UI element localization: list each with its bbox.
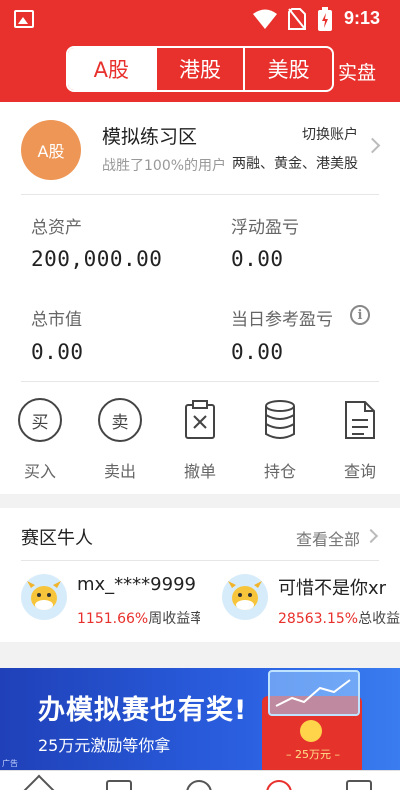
document-icon: [338, 398, 382, 442]
top-players-title: 赛区牛人: [21, 528, 93, 549]
market-value-value: 0.00: [31, 340, 84, 364]
home-icon[interactable]: [20, 774, 58, 790]
view-all-link[interactable]: 查看全部: [296, 526, 360, 550]
market-value-label: 总市值: [31, 310, 82, 330]
top-players-section: 赛区牛人 查看全部 mx_****9999 1151.66%周收益率 可惜不是你…: [0, 508, 400, 642]
account-subtitle: 战胜了100%的用户: [102, 158, 227, 174]
divider: [21, 194, 379, 195]
divider: [21, 560, 379, 561]
floating-pl-value: 0.00: [231, 247, 284, 271]
account-avatar: A股: [21, 120, 81, 180]
real-trade-link[interactable]: 实盘: [338, 58, 376, 85]
chevron-right-icon[interactable]: [363, 528, 379, 544]
promo-banner[interactable]: 办模拟赛也有奖! 25万元激励等你拿 广告 – 25万元 –: [0, 668, 400, 770]
player-name: mx_****9999: [77, 574, 196, 595]
query-button[interactable]: 查询: [320, 398, 400, 488]
player-avatar: [21, 574, 67, 620]
divider: [21, 381, 379, 382]
ad-tag: 广告: [2, 759, 18, 768]
sell-label: 卖出: [103, 462, 136, 481]
player-card[interactable]: 可惜不是你xr 28563.15%总收益率: [222, 574, 400, 634]
banner-subtext: 25万元激励等你拿: [38, 736, 171, 755]
floating-pl-label: 浮动盈亏: [231, 218, 299, 238]
database-icon: [258, 398, 302, 442]
account-markets: 两融、黄金、港美股: [228, 153, 358, 173]
tab-hk-shares[interactable]: 港股: [154, 48, 244, 90]
buy-icon: 买: [18, 398, 62, 442]
sell-icon: 卖: [98, 398, 142, 442]
header: A股 港股 美股 实盘: [0, 40, 400, 102]
section-gap: [0, 494, 400, 508]
info-icon[interactable]: i: [350, 305, 370, 325]
buy-label: 买入: [23, 462, 56, 481]
profile-icon[interactable]: [346, 780, 372, 790]
query-label: 查询: [343, 462, 376, 481]
cancel-order-icon: [178, 398, 222, 442]
market-icon[interactable]: [106, 780, 132, 790]
market-tabs: A股 港股 美股: [66, 46, 334, 92]
discover-icon[interactable]: [186, 780, 212, 790]
banner-headline: 办模拟赛也有奖!: [38, 695, 248, 726]
no-sim-icon: [288, 8, 306, 30]
bottom-nav: [0, 770, 400, 790]
buy-button[interactable]: 买 买入: [0, 398, 80, 488]
player-card[interactable]: mx_****9999 1151.66%周收益率: [21, 574, 200, 634]
clock: 9:13: [344, 8, 381, 28]
trade-icon[interactable]: [266, 780, 292, 790]
image-notification-icon: [14, 10, 34, 28]
daily-pl-value: 0.00: [231, 340, 284, 364]
daily-pl-label: 当日参考盈亏: [231, 310, 333, 330]
coin-graphic: [300, 720, 322, 742]
sell-button[interactable]: 卖 卖出: [80, 398, 160, 488]
positions-button[interactable]: 持仓: [240, 398, 320, 488]
account-title: 模拟练习区: [102, 126, 198, 148]
tab-a-shares[interactable]: A股: [68, 48, 155, 90]
switch-account-button[interactable]: 切换账户: [302, 124, 358, 144]
positions-label: 持仓: [263, 462, 296, 481]
tab-us-shares[interactable]: 美股: [243, 48, 332, 90]
player-gain: 28563.15%总收益率: [278, 611, 400, 627]
account-card: A股 模拟练习区 战胜了100%的用户 切换账户 两融、黄金、港美股 总资产 2…: [0, 102, 400, 494]
total-assets-value: 200,000.00: [31, 247, 163, 271]
battery-charging-icon: [318, 7, 332, 31]
wifi-icon: [253, 9, 277, 29]
envelope-amount: – 25万元 –: [286, 748, 340, 761]
cancel-order-button[interactable]: 撤单: [160, 398, 240, 488]
player-avatar: [222, 574, 268, 620]
chevron-right-icon[interactable]: [364, 137, 381, 154]
player-gain: 1151.66%周收益率: [77, 611, 200, 627]
status-bar: 9:13: [0, 0, 400, 40]
total-assets-label: 总资产: [31, 218, 82, 238]
cancel-order-label: 撤单: [183, 462, 216, 481]
chart-screen-graphic: [268, 670, 360, 716]
player-name: 可惜不是你xr: [278, 578, 387, 599]
